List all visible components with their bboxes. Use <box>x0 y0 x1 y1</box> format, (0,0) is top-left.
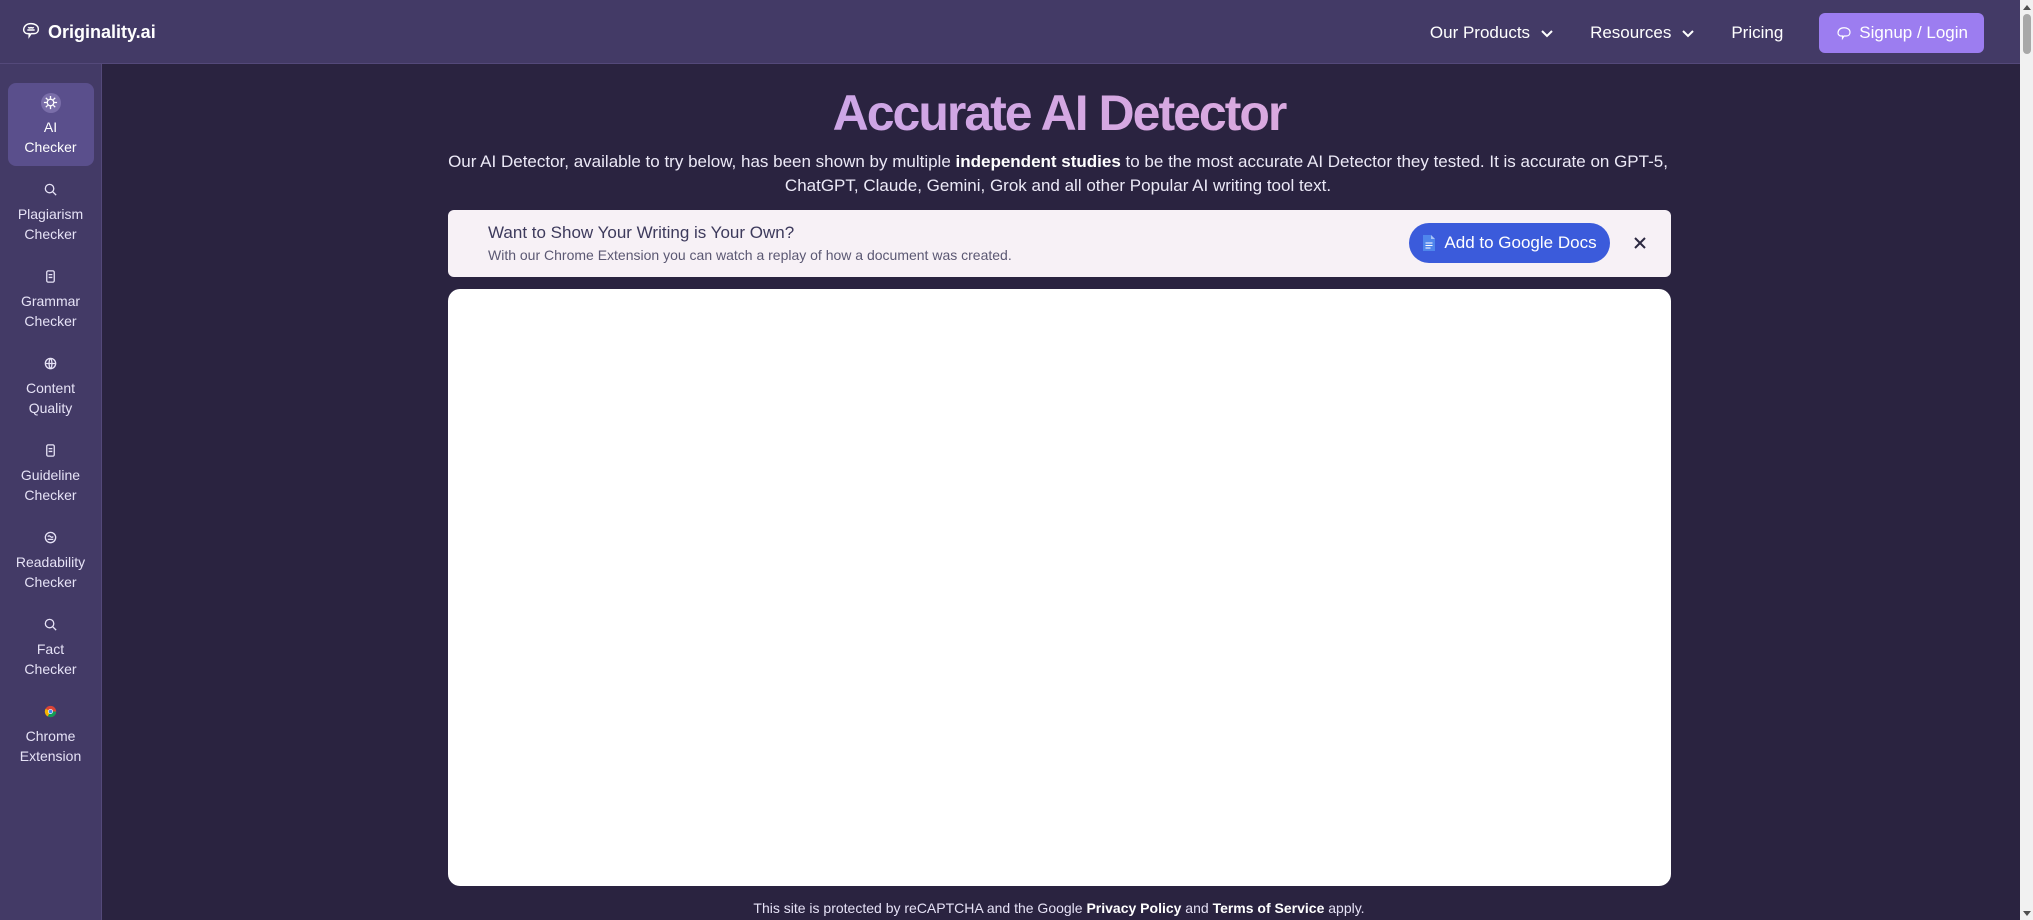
magnifier-icon <box>41 180 61 200</box>
scrollbar-thumb[interactable] <box>2023 14 2031 54</box>
sidebar-item-label: Grammar <box>20 292 81 309</box>
chrome-extension-banner: Want to Show Your Writing is Your Own? W… <box>448 210 1671 277</box>
sidebar-item-ai-checker[interactable]: AI Checker <box>7 83 94 166</box>
sidebar-item-content-quality[interactable]: Content Quality <box>8 344 94 427</box>
sidebar-item-fact-checker[interactable]: Fact Checker <box>8 605 94 688</box>
main-nav: Our Products Resources Pricing Signup / … <box>1430 13 1984 53</box>
sidebar-item-label: Readability <box>15 553 86 570</box>
ai-chip-icon <box>40 92 61 113</box>
sidebar-item-label: Checker <box>24 225 77 242</box>
sidebar-item-label: Content <box>25 379 76 396</box>
sidebar: AI Checker Plagiarism Checker Grammar Ch… <box>0 64 102 920</box>
sidebar-item-label: Plagiarism <box>17 205 84 222</box>
scroll-down-arrow-icon[interactable] <box>2020 907 2033 920</box>
chevron-down-icon <box>1682 30 1695 38</box>
sidebar-item-plagiarism-checker[interactable]: Plagiarism Checker <box>8 170 94 253</box>
privacy-policy-link[interactable]: Privacy Policy <box>1086 900 1181 916</box>
recaptcha-text-end: apply. <box>1324 900 1365 916</box>
nav-label: Our Products <box>1429 23 1531 42</box>
banner-title: Want to Show Your Writing is Your Own? <box>488 223 795 242</box>
brain-icon <box>1837 27 1851 41</box>
brain-logo-icon <box>20 19 42 46</box>
sidebar-item-label: Fact <box>36 640 65 657</box>
sidebar-item-label: Checker <box>24 573 77 590</box>
intro-text-start: Our AI Detector, available to try below,… <box>448 152 956 171</box>
page-scrollbar[interactable] <box>2020 0 2033 920</box>
close-icon <box>1634 237 1646 249</box>
recaptcha-text-and: and <box>1181 900 1213 916</box>
add-to-google-docs-button[interactable]: Add to Google Docs <box>1409 223 1610 263</box>
scroll-up-arrow-icon[interactable] <box>2020 0 2033 13</box>
magnifier-icon <box>41 615 61 635</box>
sidebar-item-label: Checker <box>24 138 77 155</box>
sidebar-item-label: Checker <box>24 312 77 329</box>
document-icon <box>41 267 61 287</box>
sidebar-item-label: Chrome <box>25 727 76 744</box>
sidebar-item-grammar-checker[interactable]: Grammar Checker <box>8 257 94 340</box>
brain-icon <box>41 528 61 548</box>
banner-subtitle: With our Chrome Extension you can watch … <box>488 247 1012 263</box>
google-docs-icon <box>1423 235 1436 251</box>
chevron-down-icon <box>1541 30 1553 38</box>
page-title: Accurate AI Detector <box>103 84 2015 142</box>
nav-label: Pricing <box>1731 23 1784 42</box>
globe-icon <box>41 354 61 374</box>
nav-label: Resources <box>1590 23 1672 42</box>
sidebar-item-label: AI <box>43 118 58 135</box>
sidebar-item-label: Checker <box>24 660 77 677</box>
recaptcha-notice: This site is protected by reCAPTCHA and … <box>103 900 2015 916</box>
signup-label: Signup / Login <box>1859 23 1968 42</box>
chrome-icon <box>41 702 61 722</box>
signup-login-button[interactable]: Signup / Login <box>1819 13 1984 53</box>
main-content: Accurate AI Detector Our AI Detector, av… <box>103 64 2020 920</box>
sidebar-item-chrome-extension[interactable]: Chrome Extension <box>8 692 94 775</box>
nav-our-products[interactable]: Our Products <box>1430 23 1554 43</box>
nav-pricing[interactable]: Pricing <box>1731 23 1783 43</box>
top-navbar: Originality.ai Our Products Resources Pr… <box>0 0 2020 64</box>
sidebar-item-label: Guideline <box>20 466 81 483</box>
terms-of-service-link[interactable]: Terms of Service <box>1213 900 1325 916</box>
add-to-google-docs-label: Add to Google Docs <box>1444 233 1597 252</box>
independent-studies-link[interactable]: independent studies <box>956 152 1121 171</box>
banner-close-button[interactable] <box>1629 232 1651 254</box>
sidebar-item-guideline-checker[interactable]: Guideline Checker <box>8 431 94 514</box>
document-icon <box>41 441 61 461</box>
sidebar-item-label: Extension <box>19 747 82 764</box>
recaptcha-text-start: This site is protected by reCAPTCHA and … <box>753 900 1087 916</box>
logo-text: Originality.ai <box>48 21 156 42</box>
logo[interactable]: Originality.ai <box>20 20 156 44</box>
text-input-area[interactable] <box>448 289 1671 886</box>
sidebar-item-readability-checker[interactable]: Readability Checker <box>8 518 94 601</box>
sidebar-item-label: Quality <box>28 399 73 416</box>
nav-resources[interactable]: Resources <box>1590 23 1695 43</box>
sidebar-item-label: Checker <box>24 486 77 503</box>
intro-text: Our AI Detector, available to try below,… <box>443 150 1673 198</box>
